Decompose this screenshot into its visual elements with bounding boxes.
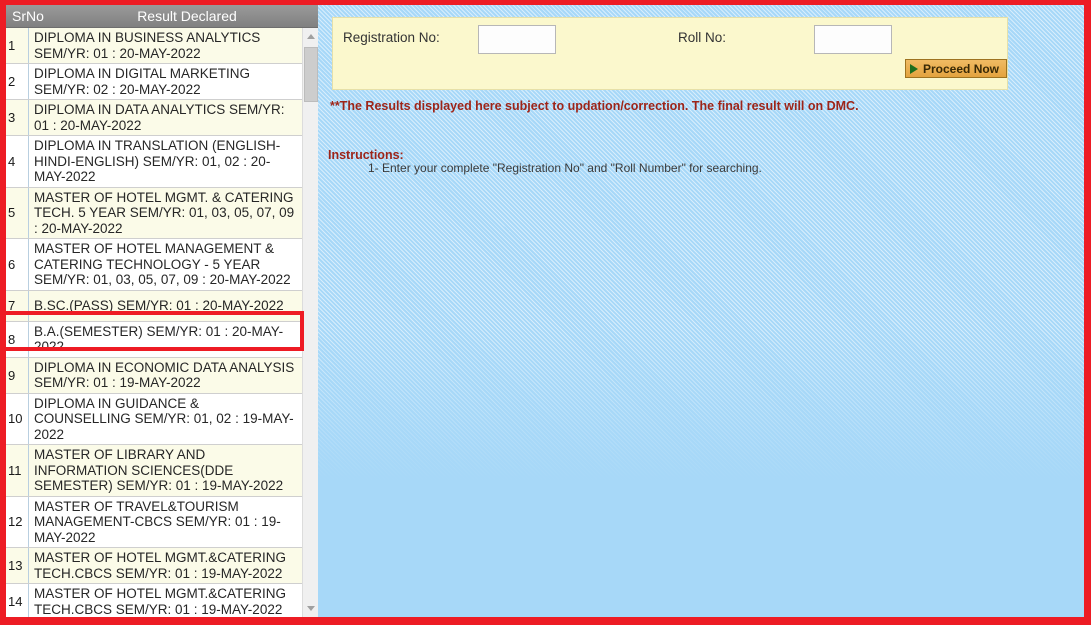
table-cell-result: B.SC.(PASS) SEM/YR: 01 : 20-MAY-2022	[34, 297, 284, 313]
table-cell-srno: 1	[6, 28, 29, 63]
search-content-panel: Registration No: Roll No: Proceed Now **…	[318, 5, 1084, 617]
column-header-srno: SrNo	[12, 8, 44, 24]
table-cell-result: B.A.(SEMESTER) SEM/YR: 01 : 20-MAY-2022	[34, 323, 284, 355]
table-cell-result: MASTER OF HOTEL MGMT.&CATERING TECH.CBCS…	[34, 586, 287, 617]
table-cell-result: DIPLOMA IN GUIDANCE & COUNSELLING SEM/YR…	[34, 395, 294, 442]
table-row[interactable]: 5 MASTER OF HOTEL MGMT. & CATERING TECH. …	[6, 187, 302, 239]
registration-no-label: Registration No:	[343, 30, 440, 45]
table-row[interactable]: 7 B.SC.(PASS) SEM/YR: 01 : 20-MAY-2022	[6, 290, 302, 322]
table-cell-srno: 7	[6, 290, 29, 321]
table-cell-srno: 10	[6, 393, 29, 444]
table-row[interactable]: 8 B.A.(SEMESTER) SEM/YR: 01 : 20-MAY-2022	[6, 321, 302, 358]
background-pattern	[318, 5, 1084, 617]
table-cell-result: DIPLOMA IN BUSINESS ANALYTICS SEM/YR: 01…	[34, 30, 261, 61]
table-row[interactable]: 3 DIPLOMA IN DATA ANALYTICS SEM/YR: 01 : …	[6, 100, 302, 136]
table-cell-srno: 8	[6, 321, 29, 357]
instructions-item-1: 1- Enter your complete "Registration No"…	[368, 161, 762, 175]
table-cell-result: MASTER OF HOTEL MGMT. & CATERING TECH. 5…	[34, 189, 295, 236]
table-cell-result: DIPLOMA IN ECONOMIC DATA ANALYSIS SEM/YR…	[34, 359, 295, 391]
result-declared-panel: SrNo Result Declared 1 DIPLOMA IN BUSINES…	[6, 5, 318, 617]
table-cell-srno: 9	[6, 357, 29, 393]
table-cell-srno: 2	[6, 64, 29, 99]
table-row[interactable]: 9 DIPLOMA IN ECONOMIC DATA ANALYSIS SEM/Y…	[6, 357, 302, 394]
table-cell-srno: 12	[6, 496, 29, 547]
proceed-now-label: Proceed Now	[923, 61, 1000, 76]
result-table-body: 1 DIPLOMA IN BUSINESS ANALYTICS SEM/YR: 0…	[6, 28, 302, 617]
table-cell-result: DIPLOMA IN DATA ANALYTICS SEM/YR: 01 : 2…	[34, 102, 285, 133]
table-cell-srno: 14	[6, 584, 29, 617]
chevron-down-icon	[307, 606, 315, 611]
table-cell-srno: 11	[6, 445, 29, 496]
column-header-result-declared: Result Declared	[137, 8, 237, 24]
result-table-scroll-viewport[interactable]: 1 DIPLOMA IN BUSINESS ANALYTICS SEM/YR: 0…	[6, 28, 318, 617]
table-row[interactable]: 12 MASTER OF TRAVEL&TOURISM MANAGEMENT-CB…	[6, 496, 302, 548]
registration-no-input[interactable]	[478, 25, 556, 54]
table-cell-srno: 4	[6, 136, 29, 187]
table-row[interactable]: 1 DIPLOMA IN BUSINESS ANALYTICS SEM/YR: 0…	[6, 28, 302, 64]
table-cell-result: MASTER OF HOTEL MANAGEMENT & CATERING TE…	[34, 241, 291, 287]
table-cell-srno: 6	[6, 239, 29, 290]
table-row[interactable]: 4 DIPLOMA IN TRANSLATION (ENGLISH-HINDI-E…	[6, 136, 302, 188]
scroll-up-button[interactable]	[303, 28, 318, 45]
chevron-up-icon	[307, 34, 315, 39]
proceed-now-button[interactable]: Proceed Now	[905, 59, 1008, 78]
table-cell-result: DIPLOMA IN DIGITAL MARKETING SEM/YR: 02 …	[34, 66, 251, 97]
arrow-right-icon	[910, 63, 918, 74]
result-search-form: Registration No: Roll No: Proceed Now	[332, 17, 1008, 90]
result-table-scrollbar[interactable]	[302, 28, 318, 617]
table-row[interactable]: 11 MASTER OF LIBRARY AND INFORMATION SCIE…	[6, 445, 302, 497]
table-row[interactable]: 10 DIPLOMA IN GUIDANCE & COUNSELLING SEM/…	[6, 393, 302, 445]
results-notice-text: **The Results displayed here subject to …	[330, 99, 859, 113]
scrollbar-thumb[interactable]	[304, 47, 318, 102]
roll-no-input[interactable]	[814, 25, 892, 54]
roll-no-label: Roll No:	[678, 30, 727, 45]
table-cell-result: MASTER OF LIBRARY AND INFORMATION SCIENC…	[34, 447, 284, 493]
table-cell-result: MASTER OF HOTEL MGMT.&CATERING TECH.CBCS…	[34, 550, 287, 581]
instructions-heading: Instructions:	[328, 148, 404, 162]
table-cell-srno: 5	[6, 187, 29, 238]
result-table-header: SrNo Result Declared	[6, 5, 318, 28]
table-row[interactable]: 14 MASTER OF HOTEL MGMT.&CATERING TECH.CB…	[6, 584, 302, 617]
table-cell-srno: 13	[6, 548, 29, 583]
table-row[interactable]: 6 MASTER OF HOTEL MANAGEMENT & CATERING T…	[6, 239, 302, 291]
table-row[interactable]: 2 DIPLOMA IN DIGITAL MARKETING SEM/YR: 02…	[6, 64, 302, 100]
table-cell-result: DIPLOMA IN TRANSLATION (ENGLISH-HINDI-EN…	[34, 138, 281, 184]
application-window: SrNo Result Declared 1 DIPLOMA IN BUSINES…	[0, 0, 1091, 625]
table-cell-srno: 3	[6, 100, 29, 135]
table-cell-result: MASTER OF TRAVEL&TOURISM MANAGEMENT-CBCS…	[34, 498, 281, 545]
table-row[interactable]: 13 MASTER OF HOTEL MGMT.&CATERING TECH.CB…	[6, 548, 302, 584]
scroll-down-button[interactable]	[303, 600, 318, 617]
